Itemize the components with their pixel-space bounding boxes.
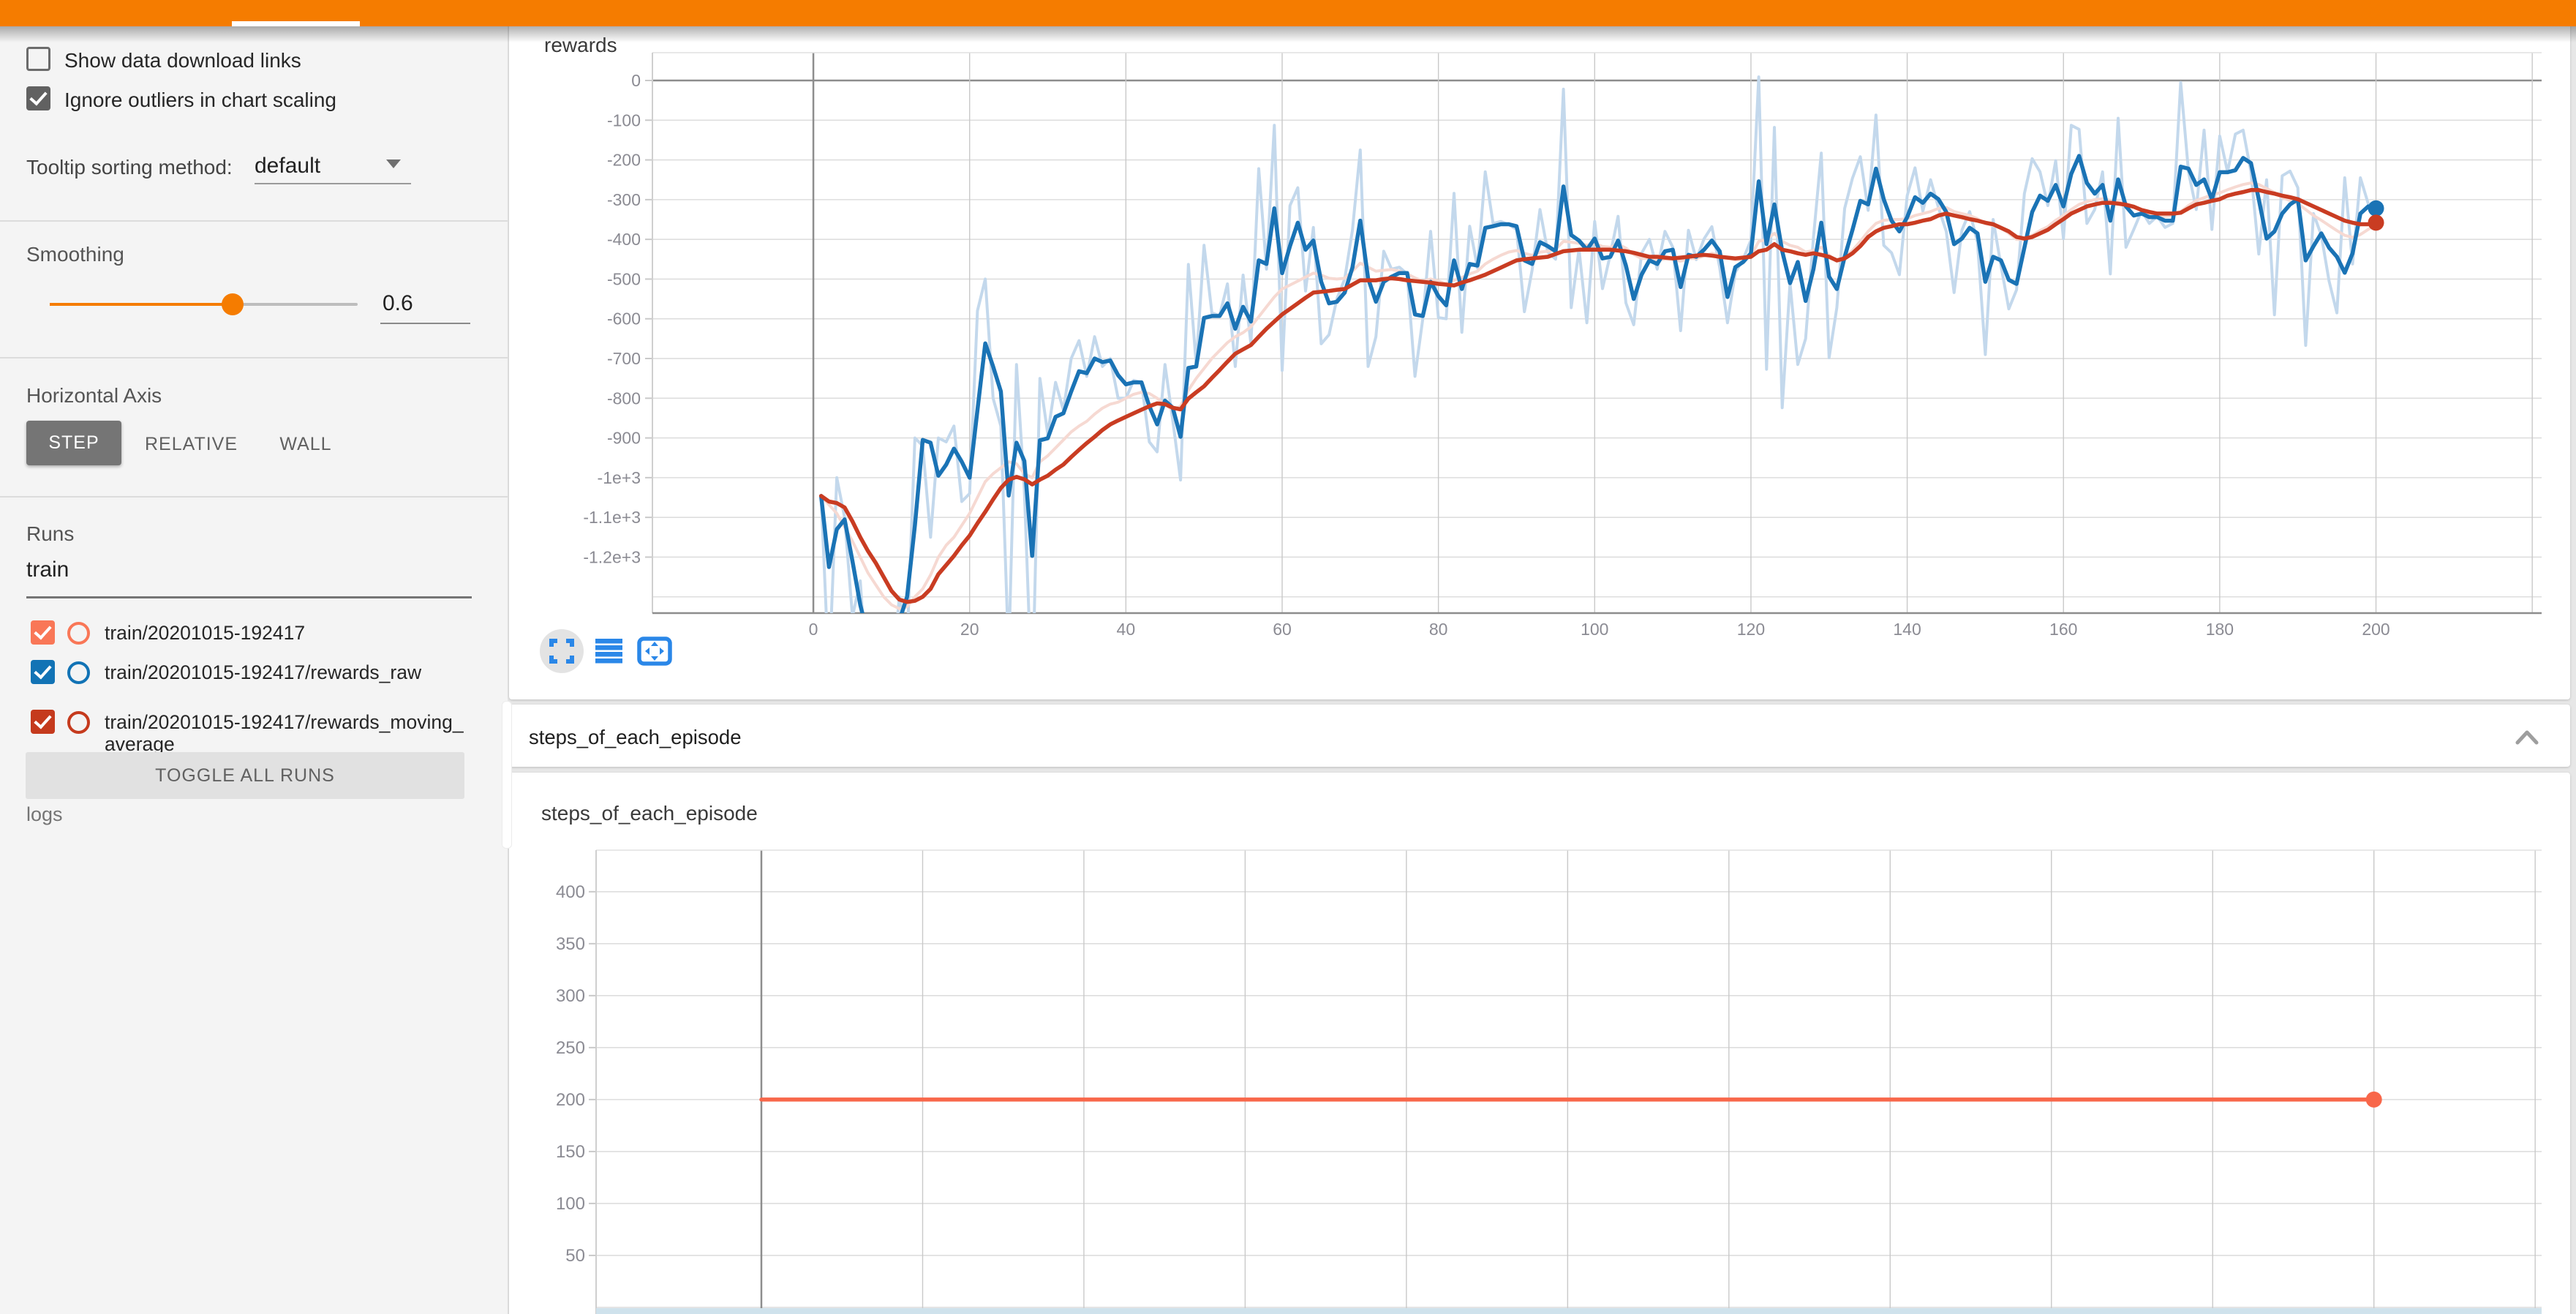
y-tick-label: -100 xyxy=(607,110,641,129)
y-tick-label: -700 xyxy=(607,349,641,368)
axis-step-button[interactable]: STEP xyxy=(26,421,121,465)
x-tick-label: 120 xyxy=(1737,620,1765,639)
topbar xyxy=(0,0,2576,26)
run-color-radio[interactable] xyxy=(67,661,90,684)
axis-wall-button[interactable]: WALL xyxy=(273,434,339,455)
y-tick-label: 250 xyxy=(556,1038,585,1058)
run-label: train/20201015-192417/rewards_raw xyxy=(105,661,470,683)
chevron-up-icon[interactable] xyxy=(2515,728,2539,747)
section-header-steps-of-each-episode[interactable] xyxy=(509,705,2570,767)
ignore-outliers-label: Ignore outliers in chart scaling xyxy=(64,89,336,112)
x-tick-label: 40 xyxy=(1117,620,1136,639)
run-label: train/20201015-192417 xyxy=(105,622,470,644)
run-label: train/20201015-192417/rewards_moving_ave… xyxy=(105,711,470,755)
active-tab-indicator xyxy=(232,21,360,26)
fit-domain-icon[interactable] xyxy=(637,637,672,666)
divider xyxy=(0,496,508,498)
smoothing-value-underline xyxy=(380,323,470,324)
y-tick-label: 350 xyxy=(556,934,585,954)
tooltip-sorting-label: Tooltip sorting method: xyxy=(26,156,233,179)
run-checkbox[interactable] xyxy=(31,620,55,645)
y-tick-label: -1.2e+3 xyxy=(583,547,641,566)
tooltip-sorting-select[interactable]: default xyxy=(255,154,320,179)
x-tick-label: 100 xyxy=(1581,620,1608,639)
run-color-radio[interactable] xyxy=(67,622,90,645)
smoothing-slider-knob[interactable] xyxy=(222,293,244,315)
tooltip-sorting-underline xyxy=(255,183,411,184)
series-line xyxy=(821,77,2376,699)
y-tick-label: 50 xyxy=(565,1246,585,1266)
data-lines-icon[interactable] xyxy=(594,637,623,666)
toggle-all-runs-button[interactable]: TOGGLE ALL RUNS xyxy=(26,752,464,799)
steps-chart[interactable]: 400 350 300 250 200 150 100 50 xyxy=(509,773,2570,1314)
series-end-dot[interactable] xyxy=(2368,214,2384,230)
y-tick-label: 200 xyxy=(556,1090,585,1110)
x-tick-label: 200 xyxy=(2362,620,2389,639)
runs-label: Runs xyxy=(26,522,74,546)
y-tick-label: -300 xyxy=(607,190,641,209)
run-filter-underline xyxy=(26,596,472,598)
chart-bottom-strip xyxy=(596,1308,2542,1314)
y-tick-label: -500 xyxy=(607,269,641,288)
x-tick-label: 140 xyxy=(1893,620,1921,639)
tensorboard-app: rewards 0-100-200-300-400-500-600-700-80… xyxy=(0,0,2576,1314)
x-tick-label: 0 xyxy=(809,620,818,639)
show-data-download-links-label: Show data download links xyxy=(64,49,301,72)
y-tick-label: -600 xyxy=(607,309,641,328)
y-tick-label: -1e+3 xyxy=(598,468,641,487)
rewards-chart[interactable]: 0 -100 -200 -300 -400 -500 -600 -700 -800 -900 -1e… xyxy=(509,20,2570,699)
sidebar-scrollbar-thumb[interactable] xyxy=(502,701,512,849)
axis-relative-button[interactable]: RELATIVE xyxy=(145,434,236,455)
y-tick-label: -800 xyxy=(607,388,641,408)
horizontal-axis-label: Horizontal Axis xyxy=(26,384,162,408)
y-tick-label: 300 xyxy=(556,986,585,1006)
run-checkbox[interactable] xyxy=(31,660,55,684)
show-data-download-links-checkbox[interactable] xyxy=(26,47,50,71)
y-tick-label: 100 xyxy=(556,1194,585,1214)
x-tick-label: 60 xyxy=(1273,620,1292,639)
x-tick-label: 20 xyxy=(960,620,979,639)
smoothing-slider-fill xyxy=(50,303,233,306)
run-checkbox[interactable] xyxy=(31,710,55,734)
divider xyxy=(0,220,508,222)
x-tick-label: 160 xyxy=(2049,620,2077,639)
y-tick-label: -900 xyxy=(607,429,641,448)
y-tick-label: 150 xyxy=(556,1142,585,1162)
series-end-dot[interactable] xyxy=(2366,1092,2382,1108)
series-line xyxy=(821,156,2376,648)
expand-icon[interactable] xyxy=(547,637,576,666)
smoothing-label: Smoothing xyxy=(26,243,124,266)
x-tick-label: 180 xyxy=(2206,620,2234,639)
series-end-dot[interactable] xyxy=(2368,200,2384,217)
y-tick-label: -400 xyxy=(607,230,641,249)
y-tick-label: -1.1e+3 xyxy=(583,508,641,527)
logs-label: logs xyxy=(26,803,63,826)
x-tick-label: 80 xyxy=(1429,620,1448,639)
run-color-radio[interactable] xyxy=(67,711,90,734)
ignore-outliers-checkbox[interactable] xyxy=(26,86,50,110)
chevron-down-icon[interactable] xyxy=(386,159,401,168)
y-tick-label: -200 xyxy=(607,151,641,170)
section-header-title: steps_of_each_episode xyxy=(529,726,742,749)
smoothing-value-input[interactable]: 0.6 xyxy=(383,291,413,316)
y-tick-label: 0 xyxy=(631,71,641,90)
divider xyxy=(0,357,508,358)
y-tick-label: 400 xyxy=(556,882,585,902)
run-filter-input[interactable]: train xyxy=(26,557,69,582)
